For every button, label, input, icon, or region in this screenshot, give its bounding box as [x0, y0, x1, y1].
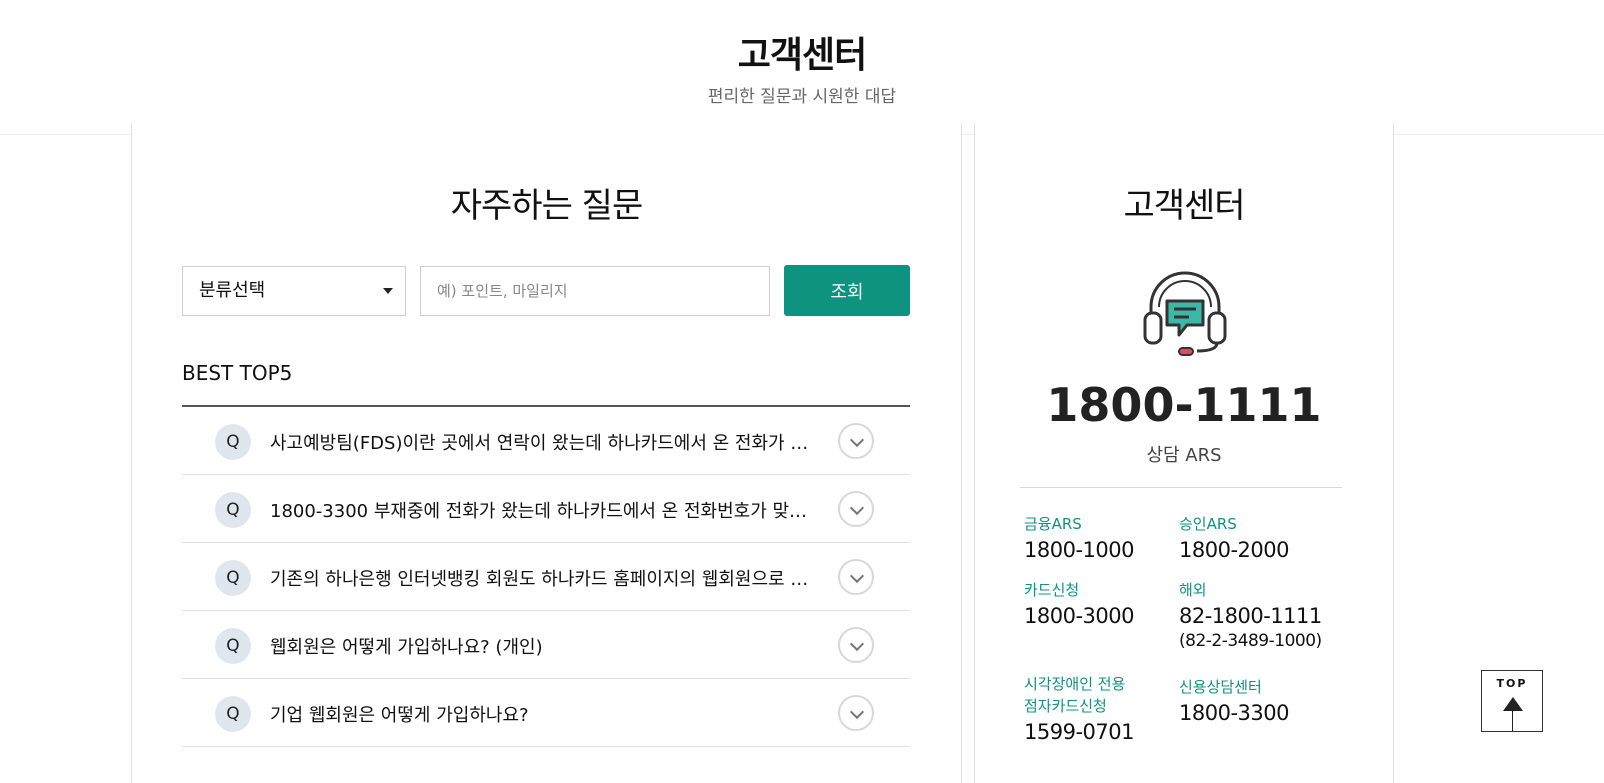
faq-panel: 자주하는 질문 분류선택 조회 BEST TOP5 Q 사고예방팀(FDS)이란… [131, 123, 962, 783]
contact-label: 신용상담센터 [1179, 678, 1262, 696]
customer-center-panel: 고객센터 1800-1111 상담 ARS 금융ARS 1800-1000 승인… [974, 123, 1394, 783]
expand-chevron-icon[interactable] [838, 559, 874, 595]
main-phone-label: 상담 ARS [1146, 445, 1222, 466]
faq-title: 자주하는 질문 [450, 186, 644, 226]
scroll-top-button[interactable]: TOP [1481, 670, 1543, 732]
page-subtitle: 편리한 질문과 시원한 대답 [707, 87, 897, 107]
divider [0, 134, 131, 135]
q-badge: Q [215, 696, 251, 732]
faq-item[interactable]: Q 웹회원은 어떻게 가입하나요? (개인) [182, 611, 910, 679]
contact-label: 해외 [1179, 581, 1207, 599]
q-badge: Q [215, 492, 251, 528]
faq-list: Q 사고예방팀(FDS)이란 곳에서 연락이 왔는데 하나카드에서 온 전화가 … [182, 405, 910, 747]
faq-question: 사고예방팀(FDS)이란 곳에서 연락이 왔는데 하나카드에서 온 전화가 맞나… [270, 433, 822, 454]
q-badge: Q [215, 628, 251, 664]
expand-chevron-icon[interactable] [838, 627, 874, 663]
customer-center-title: 고객센터 [1123, 186, 1245, 226]
best-top5-heading: BEST TOP5 [182, 361, 293, 385]
expand-chevron-icon[interactable] [838, 695, 874, 731]
top-label: TOP [1496, 677, 1528, 690]
contact-braille-card: 시각장애인 전용 점자카드신청 1599-0701 [1024, 673, 1194, 747]
caret-down-icon [383, 288, 393, 294]
expand-chevron-icon[interactable] [838, 423, 874, 459]
page-header: 고객센터 편리한 질문과 시원한 대답 [0, 0, 1604, 135]
q-badge: Q [215, 560, 251, 596]
contact-label: 카드신청 [1024, 581, 1080, 599]
divider [1020, 487, 1342, 488]
faq-search-input[interactable] [420, 266, 770, 316]
category-select[interactable]: 분류선택 [182, 266, 406, 316]
contact-credit-counseling: 신용상담센터 1800-3300 [1179, 676, 1349, 728]
contact-number: 1800-3000 [1024, 604, 1134, 628]
contact-label: 시각장애인 전용 [1024, 675, 1126, 693]
faq-item[interactable]: Q 기존의 하나은행 인터넷뱅킹 회원도 하나카드 홈페이지의 웹회원으로 가입… [182, 543, 910, 611]
contact-number-alt: (82-2-3489-1000) [1179, 631, 1322, 651]
faq-question: 기업 웹회원은 어떻게 가입하나요? [270, 705, 529, 726]
faq-item[interactable]: Q 기업 웹회원은 어떻게 가입하나요? [182, 679, 910, 747]
expand-chevron-icon[interactable] [838, 491, 874, 527]
contact-overseas: 해외 82-1800-1111 (82-2-3489-1000) [1179, 579, 1349, 651]
contact-financial-ars: 금융ARS 1800-1000 [1024, 513, 1194, 565]
contact-number: 82-1800-1111 [1179, 604, 1322, 628]
faq-item[interactable]: Q 1800-3300 부재중에 전화가 왔는데 하나카드에서 온 전화번호가 … [182, 475, 910, 543]
contact-number: 1800-3300 [1179, 701, 1289, 725]
contact-card-application: 카드신청 1800-3000 [1024, 579, 1194, 631]
category-select-value: 분류선택 [199, 280, 266, 301]
arrow-up-icon [1503, 697, 1523, 711]
contact-label: 승인ARS [1179, 515, 1237, 533]
q-badge: Q [215, 424, 251, 460]
faq-item[interactable]: Q 사고예방팀(FDS)이란 곳에서 연락이 왔는데 하나카드에서 온 전화가 … [182, 407, 910, 475]
contact-approval-ars: 승인ARS 1800-2000 [1179, 513, 1349, 565]
main-phone-number: 1800-1111 [1046, 378, 1322, 432]
faq-question: 기존의 하나은행 인터넷뱅킹 회원도 하나카드 홈페이지의 웹회원으로 가입해야… [270, 569, 822, 590]
arrow-stem [1512, 711, 1513, 732]
page-title: 고객센터 [737, 35, 867, 76]
faq-question: 1800-3300 부재중에 전화가 왔는데 하나카드에서 온 전화번호가 맞나… [270, 501, 822, 522]
search-button[interactable]: 조회 [784, 265, 910, 316]
contact-number: 1599-0701 [1024, 720, 1134, 744]
divider [962, 134, 974, 135]
contact-label-line2: 점자카드신청 [1024, 697, 1107, 715]
divider [1394, 134, 1604, 135]
headset-icon [1143, 271, 1227, 356]
contact-label: 금융ARS [1024, 515, 1082, 533]
contact-number: 1800-1000 [1024, 538, 1134, 562]
faq-question: 웹회원은 어떻게 가입하나요? (개인) [270, 637, 543, 658]
contact-number: 1800-2000 [1179, 538, 1289, 562]
